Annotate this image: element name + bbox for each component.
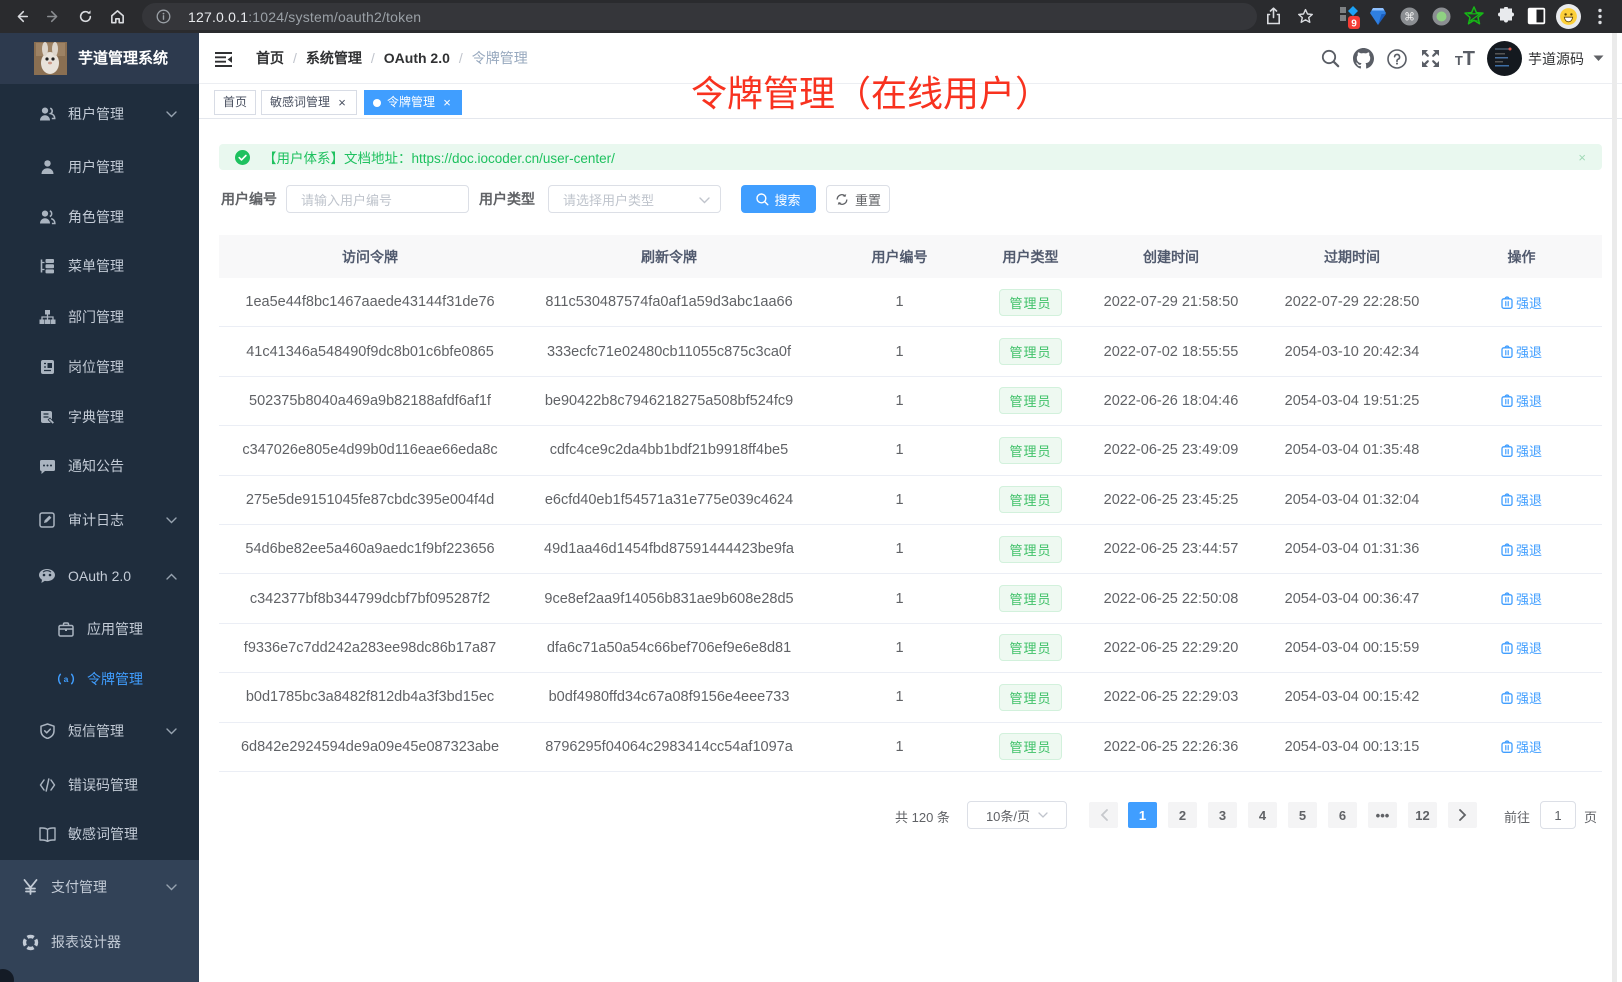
svg-text:⌘: ⌘ — [1404, 12, 1415, 24]
svg-text:a: a — [64, 674, 69, 684]
svg-text:9: 9 — [1351, 19, 1357, 30]
